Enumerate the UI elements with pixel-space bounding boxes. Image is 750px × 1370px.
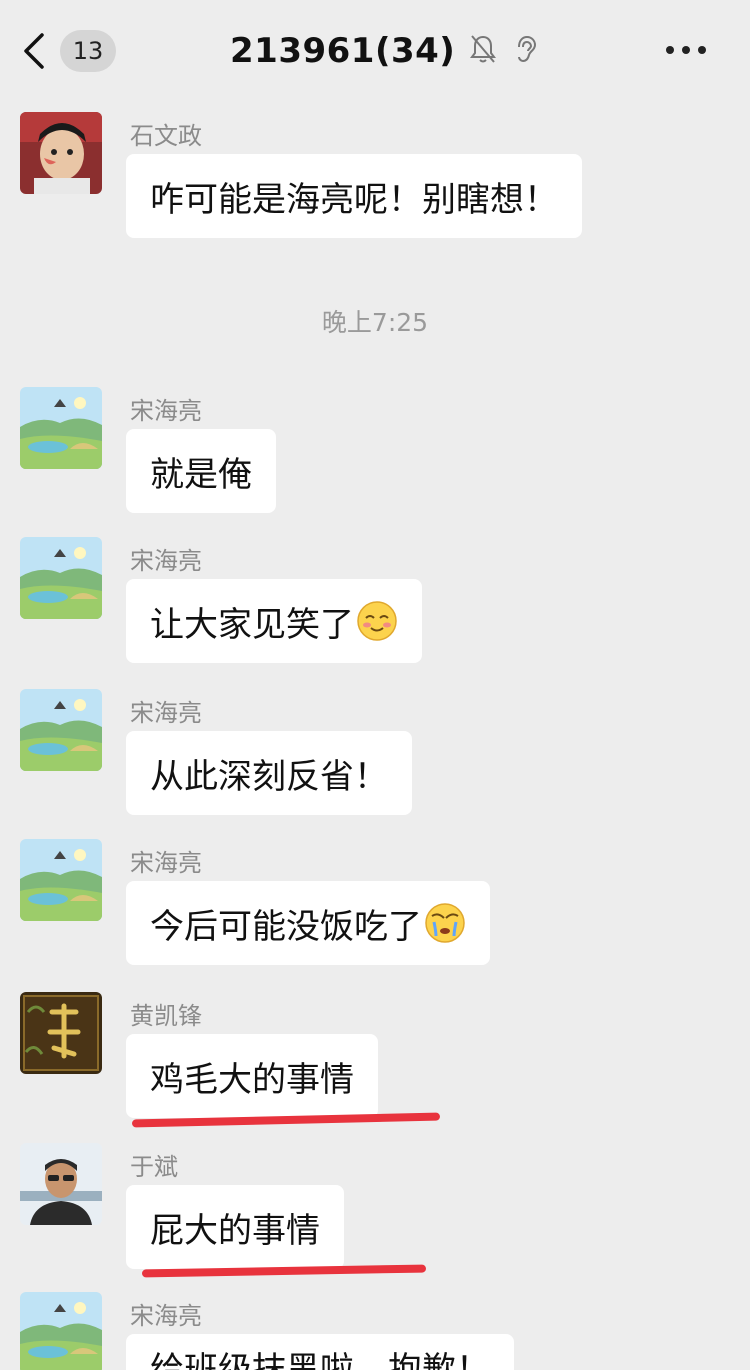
more-dot	[698, 46, 706, 54]
avatar[interactable]	[20, 112, 102, 194]
message-text: 就是俺	[150, 454, 252, 495]
sender-name: 宋海亮	[130, 397, 202, 425]
sender-name: 宋海亮	[130, 547, 202, 575]
chat-title-group[interactable]: 213961(34)	[230, 28, 539, 74]
avatar[interactable]	[20, 689, 102, 771]
avatar[interactable]	[20, 839, 102, 921]
avatar[interactable]	[20, 992, 102, 1074]
message-bubble[interactable]: 鸡毛大的事情	[126, 1034, 378, 1118]
avatar[interactable]	[20, 387, 102, 469]
message-bubble[interactable]: 屁大的事情	[126, 1185, 344, 1269]
time-divider: 晚上7:25	[321, 308, 429, 337]
message-bubble[interactable]: 从此深刻反省！	[126, 731, 412, 815]
man-photo-avatar	[20, 1143, 102, 1225]
message-bubble[interactable]: 让大家见笑了	[126, 579, 422, 663]
sender-name: 石文政	[130, 122, 202, 150]
landscape-avatar	[20, 537, 102, 619]
landscape-avatar	[20, 1292, 102, 1370]
message-text: 屁大的事情	[150, 1210, 320, 1251]
more-dot	[682, 46, 690, 54]
message-bubble[interactable]: 给班级抹黑啦，抱歉！	[126, 1334, 514, 1370]
message-text: 今后可能没饭吃了	[150, 906, 422, 947]
message-text: 鸡毛大的事情	[150, 1059, 354, 1100]
more-button[interactable]	[666, 38, 706, 62]
chat-header: 13 213961(34)	[0, 0, 750, 100]
landscape-avatar	[20, 387, 102, 469]
message-text: 让大家见笑了	[150, 604, 354, 645]
avatar[interactable]	[20, 1292, 102, 1370]
sender-name: 于斌	[130, 1153, 178, 1181]
message-bubble[interactable]: 今后可能没饭吃了	[126, 881, 490, 965]
ear-icon	[511, 33, 539, 69]
calligraphy-avatar	[20, 992, 102, 1074]
sender-name: 黄凯锋	[130, 1002, 202, 1030]
message-bubble[interactable]: 就是俺	[126, 429, 276, 513]
landscape-avatar	[20, 839, 102, 921]
sender-name: 宋海亮	[130, 849, 202, 877]
message-text: 从此深刻反省！	[150, 756, 388, 797]
avatar[interactable]	[20, 1143, 102, 1225]
more-dot	[666, 46, 674, 54]
message-bubble[interactable]: 咋可能是海亮呢！别瞎想！	[126, 154, 582, 238]
facepalm-emoji-icon	[425, 903, 465, 943]
message-text: 咋可能是海亮呢！别瞎想！	[150, 179, 558, 220]
sender-name: 宋海亮	[130, 1302, 202, 1330]
back-button[interactable]: 13	[22, 28, 122, 74]
message-text: 给班级抹黑啦，抱歉！	[150, 1350, 490, 1370]
landscape-avatar	[20, 689, 102, 771]
boy-photo-avatar	[20, 112, 102, 194]
bell-off-icon	[469, 33, 497, 69]
chat-title: 213961(34)	[230, 31, 456, 71]
chevron-left-icon	[24, 33, 44, 69]
unread-badge: 13	[60, 30, 116, 72]
shy-smile-emoji-icon	[357, 601, 397, 641]
avatar[interactable]	[20, 537, 102, 619]
sender-name: 宋海亮	[130, 699, 202, 727]
